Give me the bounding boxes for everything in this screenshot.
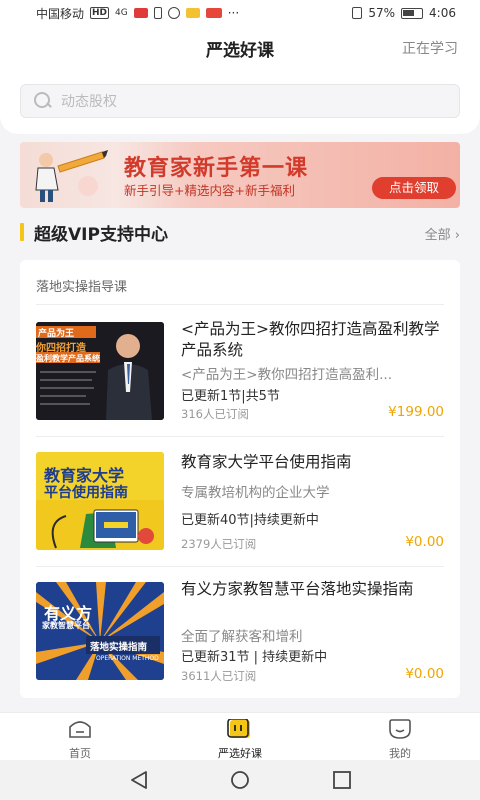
thumb-text: 你四招打造 [36, 343, 86, 354]
banner-title: 教育家新手第一课 [124, 156, 309, 181]
course-thumbnail: 教育家大学 平台使用指南 [36, 452, 164, 550]
course-price: ¥199.00 [388, 404, 444, 420]
hd-badge: HD [90, 7, 110, 19]
tab-label: 首页 [69, 747, 91, 760]
notification-icon [133, 8, 148, 18]
section-accent-bar [20, 223, 24, 241]
home-icon [69, 721, 91, 738]
thumb-text: OPERATION METHOD [96, 655, 159, 662]
thumb-text: 平台使用指南 [44, 485, 128, 501]
battery-icon [401, 7, 424, 19]
course-item[interactable]: 产品为王 你四招打造 盈利教学产品系统 <产品为王>教你四招打造高盈利教学产品系… [36, 320, 444, 422]
vibrate-icon [352, 7, 363, 19]
course-item[interactable]: 教育家大学 平台使用指南 教育家大学平台使用指南 专属教培机构的企业大学 已更新… [36, 452, 444, 552]
app-icon [205, 8, 222, 18]
page-header: 严选好课 正在学习 动态股权 [0, 26, 480, 134]
course-update-status: 已更新31节 | 持续更新中 [181, 650, 328, 665]
tab-home[interactable]: 首页 [30, 719, 130, 761]
search-icon [33, 91, 53, 111]
divider [36, 566, 444, 567]
home-circle-icon[interactable] [229, 770, 251, 790]
course-price: ¥0.00 [405, 534, 444, 550]
currently-learning-link[interactable]: 正在学习 [402, 38, 458, 58]
course-price: ¥0.00 [405, 666, 444, 682]
promo-banner[interactable]: 教育家新手第一课 新手引导+精选内容+新手福利 点击领取 [20, 142, 460, 208]
course-subscribers: 316人已订阅 [181, 407, 249, 421]
thumb-text: 落地实操指南 [90, 642, 148, 653]
section-header: 超级VIP支持中心 全部 › [20, 220, 460, 246]
thumb-text: 盈利教学产品系统 [36, 354, 100, 363]
recents-icon[interactable] [331, 770, 353, 790]
more-icon: ··· [227, 6, 240, 20]
profile-icon [389, 719, 411, 739]
course-description: 全面了解获客和增利 [181, 629, 303, 645]
course-update-status: 已更新1节|共5节 [181, 389, 280, 404]
search-placeholder: 动态股权 [61, 94, 117, 110]
course-title: 教育家大学平台使用指南 [181, 453, 352, 471]
chat-icon [167, 7, 180, 19]
course-thumbnail: 有义方 家教智慧平台 落地实操指南 OPERATION METHOD [36, 582, 164, 680]
course-card: 落地实操指导课 产品为王 你四招打造 盈利教学产品系统 <产品为王>教你四招打造… [20, 260, 460, 698]
chevron-right-icon: › [454, 228, 460, 243]
banner-subtitle: 新手引导+精选内容+新手福利 [124, 183, 295, 198]
course-item[interactable]: 有义方 家教智慧平台 落地实操指南 OPERATION METHOD 有义方家教… [36, 580, 444, 683]
divider [36, 436, 444, 437]
signal-label: 4G [115, 8, 128, 18]
view-all-label: 全部 [424, 228, 451, 243]
card-heading: 落地实操指导课 [36, 280, 128, 295]
view-all-link[interactable]: 全部 › [425, 224, 460, 243]
tab-courses[interactable]: 严选好课 [190, 719, 290, 761]
search-input[interactable]: 动态股权 [20, 84, 460, 118]
section-title: 超级VIP支持中心 [34, 225, 168, 245]
course-thumbnail-art-icon [36, 582, 164, 680]
course-description: 专属教培机构的企业大学 [181, 485, 330, 501]
courses-icon [227, 719, 250, 738]
thumb-text: 家教智慧平台 [42, 621, 90, 630]
banner-illustration-icon [35, 150, 108, 202]
battery-percent: 57% [368, 6, 396, 20]
claim-button[interactable]: 点击领取 [372, 177, 456, 199]
divider [36, 304, 444, 305]
battery-saver-icon [153, 7, 162, 19]
bottom-tab-bar: 首页 严选好课 我的 [0, 712, 480, 760]
course-title: 有义方家教智慧平台落地实操指南 [181, 580, 414, 598]
back-icon[interactable] [128, 770, 150, 790]
course-subscribers: 3611人已订阅 [181, 669, 257, 683]
course-title: <产品为王>教你四招打造高盈利教学产品系统 [181, 320, 440, 359]
tab-profile[interactable]: 我的 [350, 719, 450, 761]
course-description: <产品为王>教你四招打造高盈利... [181, 367, 392, 383]
tab-label: 我的 [389, 747, 411, 760]
tab-label: 严选好课 [218, 747, 262, 760]
course-thumbnail: 产品为王 你四招打造 盈利教学产品系统 [36, 322, 164, 420]
status-bar: 中国移动 HD 4G ··· 57% 4:06 [0, 0, 480, 26]
carrier-label: 中国移动 [36, 6, 85, 21]
thumb-text: 产品为王 [38, 329, 75, 339]
system-nav-bar [0, 760, 480, 800]
mail-icon [185, 8, 200, 18]
clock: 4:06 [429, 6, 456, 20]
course-subscribers: 2379人已订阅 [181, 537, 257, 551]
course-update-status: 已更新40节|持续更新中 [181, 513, 319, 528]
